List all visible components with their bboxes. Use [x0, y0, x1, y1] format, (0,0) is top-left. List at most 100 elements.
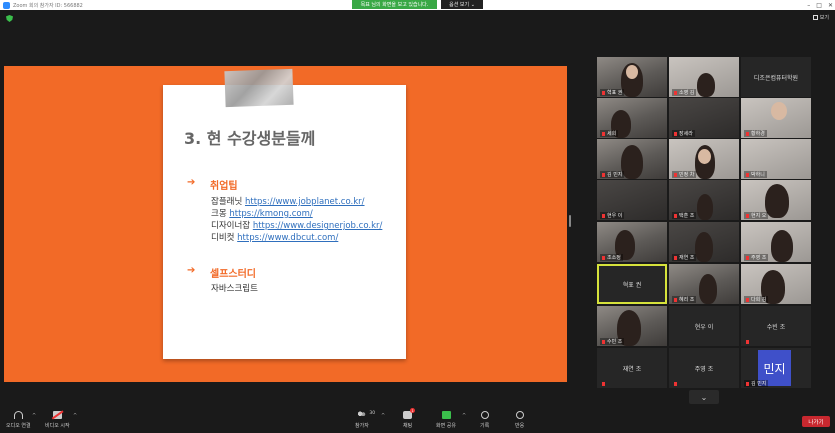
- grid-icon: [812, 15, 818, 20]
- window-controls: – □ ✕: [807, 0, 833, 10]
- slide-title: 3. 현 수강생분들께: [184, 129, 316, 148]
- mic-muted-icon: [746, 131, 749, 136]
- mic-muted-icon: [746, 339, 749, 344]
- participant-tile[interactable]: 장세라: [669, 98, 739, 138]
- start-video-button[interactable]: 비디오 시작: [45, 411, 70, 429]
- share-options-caret[interactable]: ^: [462, 413, 466, 419]
- mic-muted-icon: [674, 213, 677, 218]
- record-icon: [480, 411, 489, 419]
- active-speaker-tile[interactable]: 혁표 권: [597, 264, 667, 304]
- mic-muted-icon: [602, 381, 605, 386]
- participant-tile[interactable]: 민지 김 민지: [741, 348, 811, 388]
- window-title: Zoom 회의 참가자 ID: 566882: [13, 2, 83, 9]
- jobplanet-link[interactable]: https://www.jobplanet.co.kr/: [245, 197, 365, 207]
- participant-tile[interactable]: 혜리 조: [669, 264, 739, 304]
- chat-unread-badge: 1: [410, 408, 416, 413]
- gallery-next-page-button[interactable]: ⌄: [689, 390, 719, 404]
- mic-muted-icon: [746, 213, 749, 218]
- shared-screen: 3. 현 수강생분들께 ➔ 취업팁 잡플래닛 https://www.jobpl…: [4, 66, 567, 382]
- participant-tile[interactable]: 김 민지: [597, 139, 667, 179]
- participants-button[interactable]: 30 참가자: [355, 411, 375, 429]
- mic-muted-icon: [602, 255, 605, 260]
- mic-muted-icon: [746, 381, 749, 386]
- security-shield-icon[interactable]: [6, 15, 13, 22]
- participant-tile[interactable]: 주영 조: [741, 222, 811, 262]
- participant-tile[interactable]: 현우 이: [669, 306, 739, 346]
- mic-muted-icon: [602, 213, 605, 218]
- participant-tile[interactable]: 디조은컴퓨터학원: [741, 57, 811, 97]
- job-tip-line: 잡플래닛 https://www.jobplanet.co.kr/: [211, 197, 365, 207]
- share-screen-button[interactable]: 화면 공유: [436, 411, 456, 429]
- video-off-icon: [52, 411, 62, 419]
- bottom-toolbar: 오디오 연결 ^ 비디오 시작 ^ 30 참가자 ^ 1 채팅 화면 공유 ^: [0, 408, 835, 433]
- video-options-caret[interactable]: ^: [73, 413, 77, 419]
- arrow-icon: ➔: [187, 177, 196, 188]
- participant-tile[interactable]: 세희: [597, 98, 667, 138]
- mic-muted-icon: [746, 297, 749, 302]
- record-button[interactable]: 기록: [480, 411, 489, 429]
- view-label: 보기: [819, 15, 829, 21]
- reactions-button[interactable]: 반응: [515, 411, 524, 429]
- participant-name: 민정 차: [672, 171, 697, 178]
- participant-name: 소영 김: [672, 89, 697, 96]
- participant-tile[interactable]: 다희 김: [741, 264, 811, 304]
- participant-tile[interactable]: 혁표 권: [597, 57, 667, 97]
- participant-name: 조소정: [600, 254, 623, 261]
- tape-decoration: [224, 68, 294, 108]
- minimize-button[interactable]: –: [807, 2, 810, 9]
- view-options-button[interactable]: 옵션 보기 ⌄: [441, 0, 483, 9]
- participant-tile[interactable]: 주영 조: [669, 348, 739, 388]
- mic-muted-icon: [674, 381, 677, 386]
- leave-meeting-button[interactable]: 나가기: [802, 416, 830, 427]
- mic-muted-icon: [602, 172, 605, 177]
- participant-tile[interactable]: 황하경: [741, 98, 811, 138]
- participant-name: 재연 조: [672, 254, 697, 261]
- participant-tile[interactable]: 택훈 조: [669, 180, 739, 220]
- audio-options-caret[interactable]: ^: [32, 413, 36, 419]
- participant-name: 김 민지: [600, 171, 625, 178]
- chat-icon: 1: [403, 408, 416, 419]
- participant-name: 다희 김: [744, 296, 769, 303]
- mic-muted-icon: [674, 172, 677, 177]
- close-button[interactable]: ✕: [828, 2, 833, 9]
- participant-tile[interactable]: 소영 김: [669, 57, 739, 97]
- participant-name: 디조은컴퓨터학원: [753, 74, 799, 82]
- self-study-line: 자바스크립트: [211, 284, 258, 294]
- participants-icon: 30: [357, 411, 375, 419]
- headphone-icon: [13, 411, 23, 419]
- job-tip-line: 디자이너잡 https://www.designerjob.co.kr/: [211, 221, 383, 231]
- participant-tile[interactable]: 현지 오: [741, 180, 811, 220]
- view-toggle-button[interactable]: 보기: [812, 14, 829, 21]
- slide-paper: 3. 현 수강생분들께 ➔ 취업팁 잡플래닛 https://www.jobpl…: [163, 68, 406, 359]
- designerjob-link[interactable]: https://www.designerjob.co.kr/: [253, 221, 383, 231]
- participant-tile[interactable]: 재연 조: [597, 348, 667, 388]
- participant-tile[interactable]: 수빈 조: [741, 306, 811, 346]
- dbcut-link[interactable]: https://www.dbcut.com/: [237, 233, 338, 243]
- kmong-link[interactable]: https://kmong.com/: [229, 209, 312, 219]
- participant-name: 세희: [600, 130, 619, 137]
- screen-share-banner: 목표 님의 화면을 보고 있습니다.: [352, 0, 437, 9]
- zoom-window: Zoom 회의 참가자 ID: 566882 – □ ✕ 목표 님의 화면을 보…: [0, 0, 835, 433]
- participant-tile[interactable]: 조소정: [597, 222, 667, 262]
- participant-tile[interactable]: 재연 조: [669, 222, 739, 262]
- mic-muted-icon: [674, 255, 677, 260]
- participant-name: 혁표 권: [622, 281, 642, 289]
- top-toolbar: 보기: [0, 10, 835, 26]
- participant-name: 박하니: [744, 171, 767, 178]
- maximize-button[interactable]: □: [816, 2, 822, 9]
- mic-muted-icon: [746, 255, 749, 260]
- mic-muted-icon: [602, 90, 605, 95]
- participant-tile[interactable]: 민정 차: [669, 139, 739, 179]
- participant-tile[interactable]: 수빈 조: [597, 306, 667, 346]
- mic-muted-icon: [746, 172, 749, 177]
- participant-tile[interactable]: 박하니: [741, 139, 811, 179]
- participant-name: 택훈 조: [672, 212, 697, 219]
- section-heading: 취업팁: [210, 181, 238, 192]
- participants-options-caret[interactable]: ^: [381, 413, 385, 419]
- chat-button[interactable]: 1 채팅: [403, 408, 416, 429]
- splitter-handle[interactable]: [569, 215, 571, 227]
- audio-connect-button[interactable]: 오디오 연결: [6, 411, 31, 429]
- mic-muted-indicator: [744, 339, 753, 345]
- participant-tile[interactable]: 현우 이: [597, 180, 667, 220]
- job-tip-line: 크몽 https://kmong.com/: [211, 209, 313, 219]
